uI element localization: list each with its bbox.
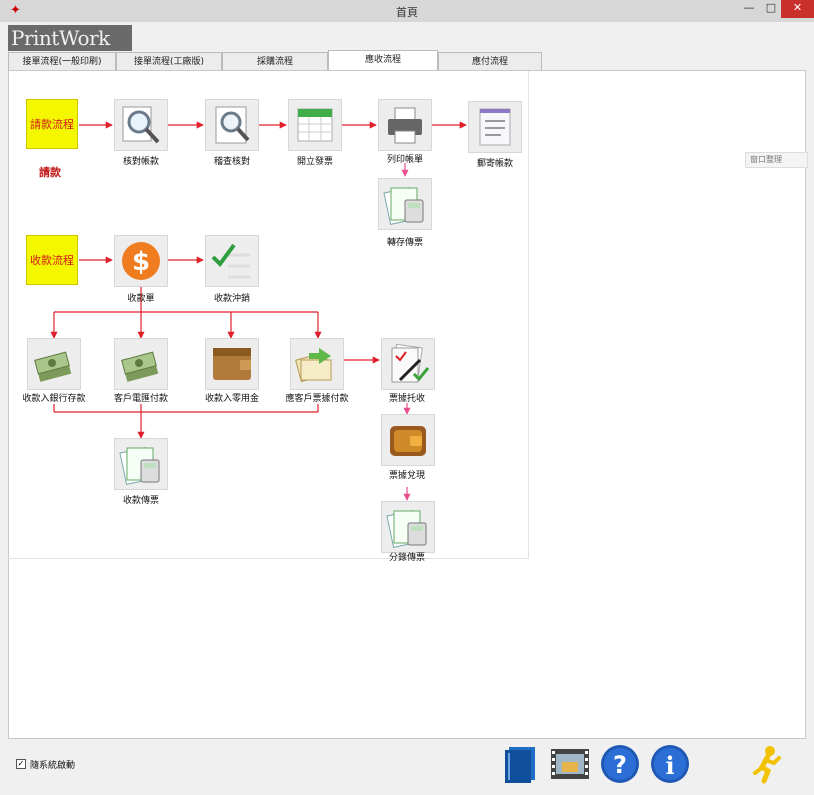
customer-remit-node[interactable] xyxy=(114,338,168,390)
offset-collect-label: 收款沖銷 xyxy=(213,294,250,304)
running-man-icon xyxy=(753,746,781,784)
dollar-coin-icon: $ xyxy=(122,242,160,280)
bill-cash-label: 票據兌現 xyxy=(388,471,425,481)
tab-purchase-flow[interactable]: 採購流程 xyxy=(222,52,328,71)
printwork-logo: PrintWork xyxy=(8,25,132,51)
search-doc-icon xyxy=(215,106,250,144)
delivery-report-label: 郵寄帳款 xyxy=(476,159,513,169)
logo-bar: PrintWork xyxy=(0,22,814,53)
receive-money-label: 收款單 xyxy=(127,294,155,304)
svg-text:i: i xyxy=(665,751,674,780)
receive-voucher-label: 收款傳票 xyxy=(122,496,159,506)
svg-text:?: ? xyxy=(613,751,627,779)
magnifier-icon xyxy=(122,106,160,144)
minimize-button[interactable]: — xyxy=(737,0,761,18)
tab-receivable-flow[interactable]: 應收流程 xyxy=(328,50,438,71)
close-button[interactable]: ✕ xyxy=(781,0,814,18)
print-bill-label: 列印帳單 xyxy=(386,155,423,165)
exit-button[interactable] xyxy=(744,742,790,786)
manual-book-button[interactable] xyxy=(497,742,543,786)
signed-doc-icon xyxy=(391,343,430,383)
bill-receive-node[interactable] xyxy=(290,338,344,390)
split-voucher-label: 分錄傳票 xyxy=(388,553,425,563)
open-invoice-label: 開立發票 xyxy=(296,157,333,167)
film-strip-icon xyxy=(551,749,589,779)
startup-checkbox-label: 隨系統啟動 xyxy=(30,761,76,771)
calendar-icon xyxy=(297,108,333,142)
question-mark-icon: ? xyxy=(601,745,639,783)
bill-arrow-icon xyxy=(295,348,332,383)
printer-icon xyxy=(388,107,422,144)
delivery-report-node[interactable] xyxy=(468,101,522,153)
customer-remit-label: 客戶電匯付款 xyxy=(113,394,168,404)
wallet-icon xyxy=(213,348,251,380)
audit-check-node[interactable] xyxy=(205,99,259,151)
title-bar: ✦ 首頁 — □ ✕ xyxy=(0,0,814,22)
app-window: ✦ 首頁 — □ ✕ PrintWork 接單流程(一般印刷) 接單流程(工廠版… xyxy=(0,0,814,795)
cash-receive-node[interactable] xyxy=(205,338,259,390)
print-bill-node[interactable] xyxy=(378,99,432,151)
transfer-voucher-label: 轉存傳票 xyxy=(386,238,423,248)
info-icon: i xyxy=(651,745,689,783)
calculator-sheet-icon xyxy=(386,510,427,548)
billing-note: 請款 xyxy=(39,166,61,179)
money-stack-icon xyxy=(121,351,159,382)
book-icon xyxy=(505,747,535,783)
billing-flow-start[interactable]: 請款流程 xyxy=(26,99,78,149)
bank-deposit-node[interactable] xyxy=(27,338,81,390)
offset-collect-node[interactable] xyxy=(205,235,259,287)
tab-order-flow-general[interactable]: 接單流程(一般印刷) xyxy=(8,52,116,71)
checklist-icon xyxy=(211,243,250,279)
ar-check-label: 核對帳款 xyxy=(122,157,159,167)
bill-collect-label: 票據托收 xyxy=(388,394,425,404)
help-button[interactable]: ? xyxy=(597,742,643,786)
bill-receive-label: 應客戶票據付款 xyxy=(285,394,349,404)
about-button[interactable]: i xyxy=(647,742,693,786)
transfer-voucher-node[interactable] xyxy=(378,178,432,230)
open-invoice-node[interactable] xyxy=(288,99,342,151)
bank-deposit-label: 收款入銀行存款 xyxy=(22,394,86,404)
video-tutorial-button[interactable] xyxy=(547,742,593,786)
calculator-sheet-icon xyxy=(119,447,160,485)
cash-receive-label: 收款入零用金 xyxy=(204,394,259,404)
receive-money-node[interactable]: $ xyxy=(114,235,168,287)
tab-order-flow-factory[interactable]: 接單流程(工廠版) xyxy=(116,52,222,71)
tab-payable-flow[interactable]: 應付流程 xyxy=(438,52,542,71)
audit-check-label: 稽查核對 xyxy=(213,157,250,167)
bill-collect-node[interactable] xyxy=(381,338,435,390)
startup-checkbox[interactable]: ✓ xyxy=(16,759,26,769)
maximize-button[interactable]: □ xyxy=(759,0,783,18)
window-right-edge xyxy=(806,22,814,795)
flow-panel xyxy=(8,71,529,559)
ar-check-node[interactable] xyxy=(114,99,168,151)
document-list-icon xyxy=(479,108,511,146)
arrange-windows-button[interactable]: 窗口整理 xyxy=(745,152,808,168)
bill-cash-node[interactable] xyxy=(381,414,435,466)
receive-voucher-node[interactable] xyxy=(114,438,168,490)
money-stack-icon xyxy=(34,351,72,382)
leather-wallet-icon xyxy=(390,426,426,456)
collect-flow-start[interactable]: 收款流程 xyxy=(26,235,78,285)
svg-text:$: $ xyxy=(132,247,150,277)
split-voucher-node[interactable] xyxy=(381,501,435,553)
window-title: 首頁 xyxy=(396,6,418,19)
calculator-sheet-icon xyxy=(383,187,424,225)
